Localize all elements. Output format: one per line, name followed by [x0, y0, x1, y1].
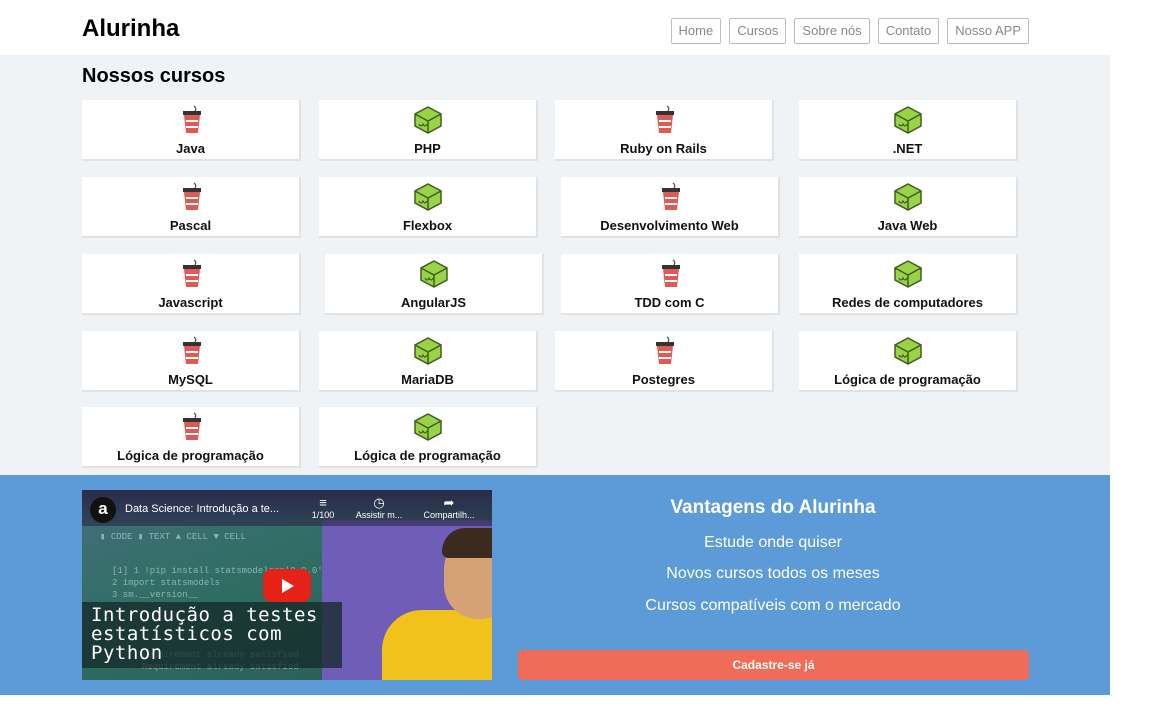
advantages-title: Vantagens do Alurinha — [670, 497, 876, 518]
course-card[interactable]: .NET — [799, 100, 1018, 161]
caption-line-3: Python — [91, 642, 163, 664]
cube-icon — [413, 336, 442, 366]
course-label: MariaDB — [401, 372, 454, 387]
nav-sobre-button[interactable]: Sobre nós — [794, 18, 870, 44]
header: Alurinha Home Cursos Sobre nós Contato N… — [0, 0, 1110, 55]
course-card[interactable]: Lógica de programação — [319, 407, 538, 468]
nav-contato-button[interactable]: Contato — [877, 18, 940, 44]
course-card[interactable]: Javascript — [82, 254, 301, 315]
video-title[interactable]: Data Science: Introdução a te... — [125, 503, 279, 515]
presenter-shirt — [382, 610, 492, 680]
video-player[interactable]: ▮ CODE ▮ TEXT ▲ CELL ▼ CELL [1] 1 !pip i… — [82, 490, 492, 680]
advantage-item: Estude onde quiser — [704, 534, 842, 551]
cube-icon — [413, 182, 442, 212]
share-control[interactable]: ➦ Compartilh... — [419, 495, 479, 521]
courses-title: Nossos cursos — [82, 65, 226, 87]
course-label: Flexbox — [402, 218, 453, 233]
course-label: TDD com C — [634, 295, 705, 310]
course-label: Pascal — [169, 218, 212, 233]
presenter-hair — [442, 528, 492, 558]
site-logo[interactable]: Alurinha — [82, 15, 179, 43]
course-card[interactable]: MySQL — [82, 331, 301, 392]
course-card[interactable]: Pascal — [82, 177, 301, 238]
cube-icon — [893, 336, 922, 366]
course-card[interactable]: Redes de computadores — [799, 254, 1018, 315]
course-label: Javascript — [158, 295, 223, 310]
course-label: .NET — [892, 141, 923, 156]
cube-icon — [413, 412, 442, 442]
playlist-control[interactable]: ≡ 1/100 — [293, 495, 353, 521]
cup-icon — [178, 336, 206, 366]
playlist-icon: ≡ — [319, 495, 327, 510]
course-label: Lógica de programação — [354, 448, 501, 463]
course-label: Java Web — [877, 218, 938, 233]
cube-icon — [893, 105, 922, 135]
advantage-item: Cursos compatíveis com o mercado — [645, 597, 901, 614]
course-card[interactable]: Postegres — [555, 331, 774, 392]
course-card[interactable]: PHP — [319, 100, 538, 161]
cup-icon — [178, 412, 206, 442]
course-label: Java — [176, 141, 205, 156]
watch-later-label: Assistir m... — [355, 510, 403, 520]
cup-icon — [651, 105, 679, 135]
play-icon[interactable] — [263, 569, 311, 602]
course-label: Redes de computadores — [832, 295, 983, 310]
cube-icon — [413, 105, 442, 135]
course-label: Postegres — [632, 372, 695, 387]
course-card[interactable]: Lógica de programação — [799, 331, 1018, 392]
advantage-item: Novos cursos todos os meses — [666, 565, 880, 582]
course-label: Desenvolvimento Web — [600, 218, 739, 233]
nav-cursos-button[interactable]: Cursos — [729, 18, 787, 44]
cup-icon — [651, 336, 679, 366]
course-label: Lógica de programação — [834, 372, 981, 387]
main-nav: Home Cursos Sobre nós Contato Nosso APP — [670, 18, 1029, 44]
course-card[interactable]: Java Web — [799, 177, 1018, 238]
course-card[interactable]: AngularJS — [325, 254, 544, 315]
nav-app-button[interactable]: Nosso APP — [947, 18, 1029, 44]
course-card[interactable]: Ruby on Rails — [555, 100, 774, 161]
course-card[interactable]: Java — [82, 100, 301, 161]
course-label: Ruby on Rails — [620, 141, 707, 156]
cup-icon — [178, 259, 206, 289]
signup-button[interactable]: Cadastre-se já — [518, 650, 1029, 680]
course-card[interactable]: Lógica de programação — [82, 407, 301, 468]
course-label: MySQL — [168, 372, 213, 387]
courses-section: Nossos cursos Java PHP Ruby on Rails .NET Pa… — [0, 55, 1110, 475]
course-label: AngularJS — [400, 295, 466, 310]
cup-icon — [178, 105, 206, 135]
course-card[interactable]: MariaDB — [319, 331, 538, 392]
video-top-bar: a Data Science: Introdução a te... ≡ 1/1… — [82, 490, 492, 526]
video-caption: Introdução a testes estatísticos com Pyt… — [82, 602, 342, 668]
clock-icon: ◷ — [373, 495, 385, 510]
advantages-banner: ▮ CODE ▮ TEXT ▲ CELL ▼ CELL [1] 1 !pip i… — [0, 475, 1110, 695]
cube-icon — [893, 182, 922, 212]
nav-home-button[interactable]: Home — [670, 18, 722, 44]
cup-icon — [657, 259, 685, 289]
cube-icon — [419, 259, 448, 289]
channel-avatar[interactable]: a — [90, 497, 116, 523]
course-card[interactable]: Flexbox — [319, 177, 538, 238]
share-label: Compartilh... — [423, 510, 475, 520]
course-card[interactable]: TDD com C — [561, 254, 780, 315]
course-card[interactable]: Desenvolvimento Web — [561, 177, 780, 238]
share-icon: ➦ — [443, 495, 455, 510]
course-label: Lógica de programação — [117, 448, 264, 463]
playlist-count: 1/100 — [311, 510, 335, 520]
cup-icon — [657, 182, 685, 212]
cup-icon — [178, 182, 206, 212]
cube-icon — [893, 259, 922, 289]
course-label: PHP — [414, 141, 441, 156]
watch-later-control[interactable]: ◷ Assistir m... — [349, 495, 409, 521]
